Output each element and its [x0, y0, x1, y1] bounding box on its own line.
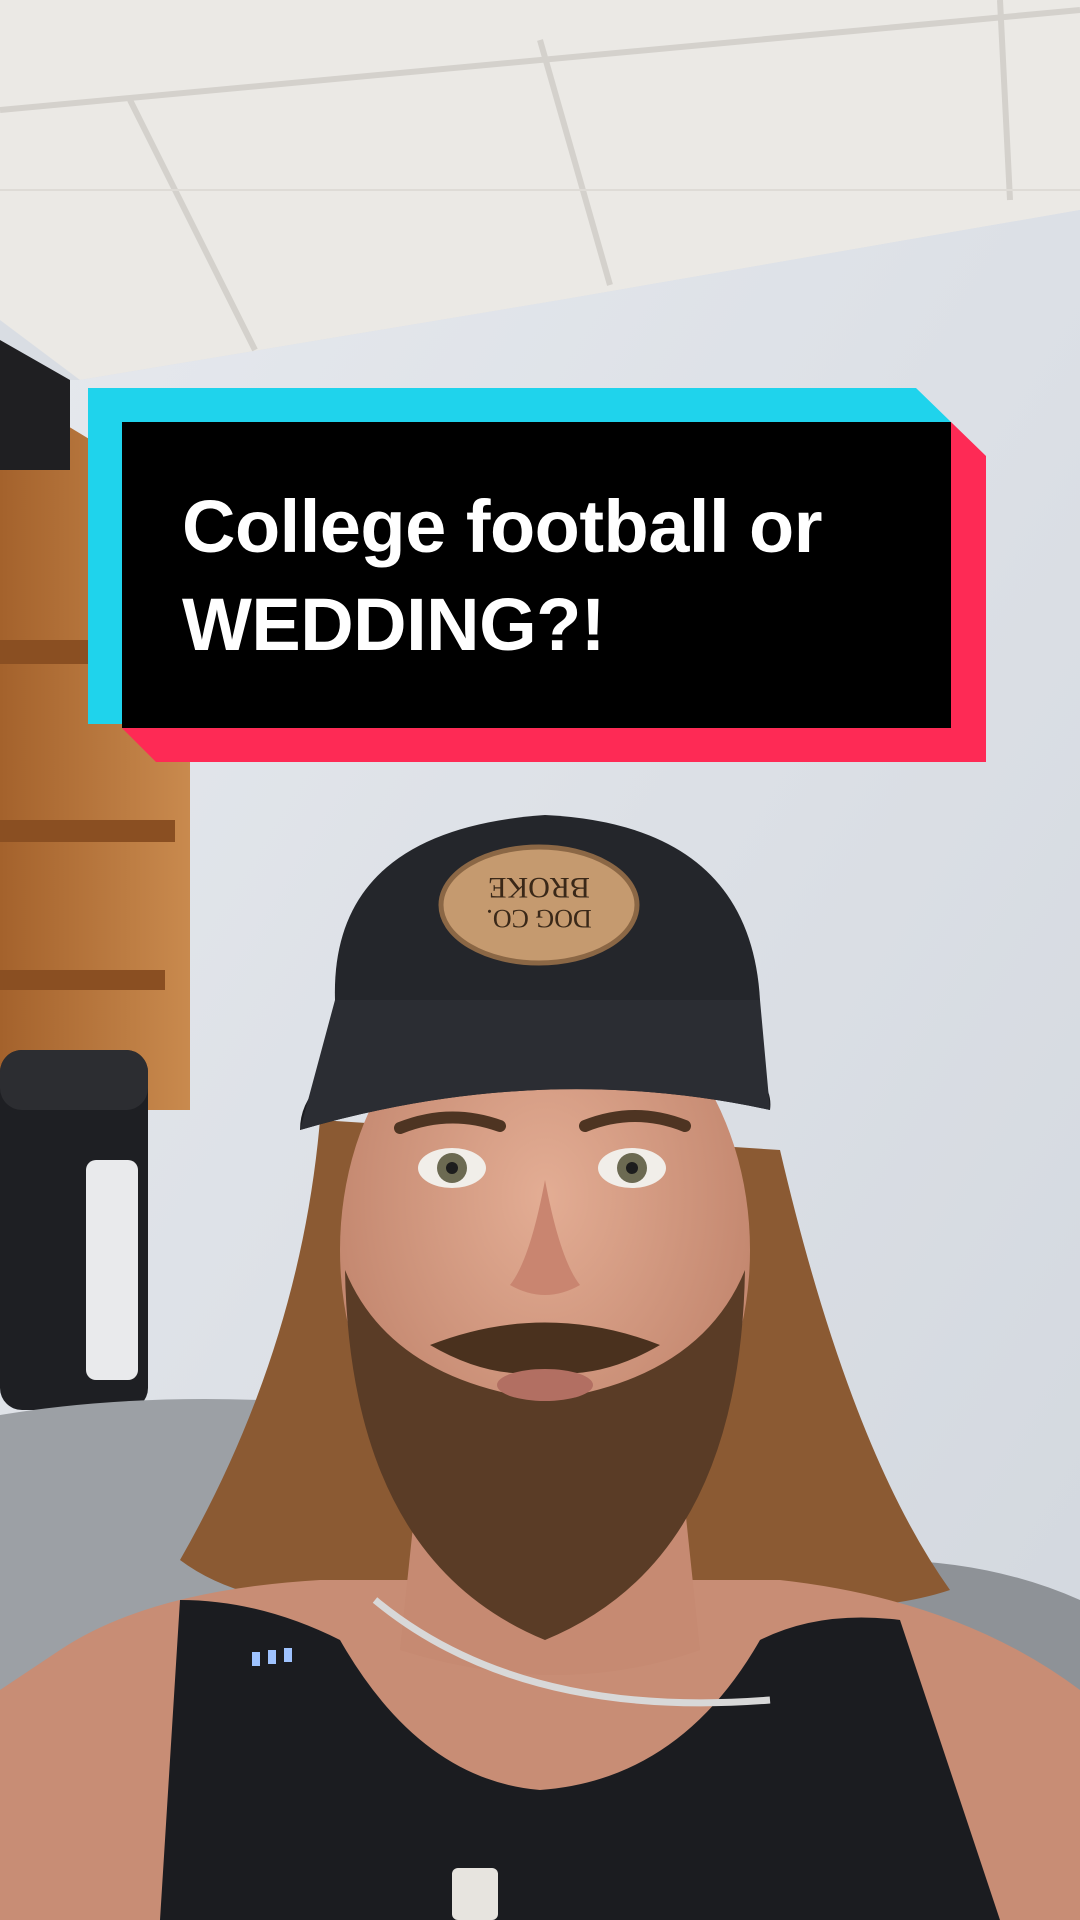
caption-line-1: College football or — [182, 485, 823, 568]
caption-line-2: WEDDING?! — [182, 583, 606, 666]
caption-title: College football or WEDDING?! — [182, 478, 942, 674]
video-frame: BROKE DOG CO. College football or WEDDIN… — [0, 0, 1080, 1920]
cap-patch-text-line1: BROKE — [488, 871, 590, 904]
cap-patch-text-line2: DOG CO. — [486, 904, 591, 933]
cap-patch: BROKE DOG CO. — [486, 871, 591, 933]
